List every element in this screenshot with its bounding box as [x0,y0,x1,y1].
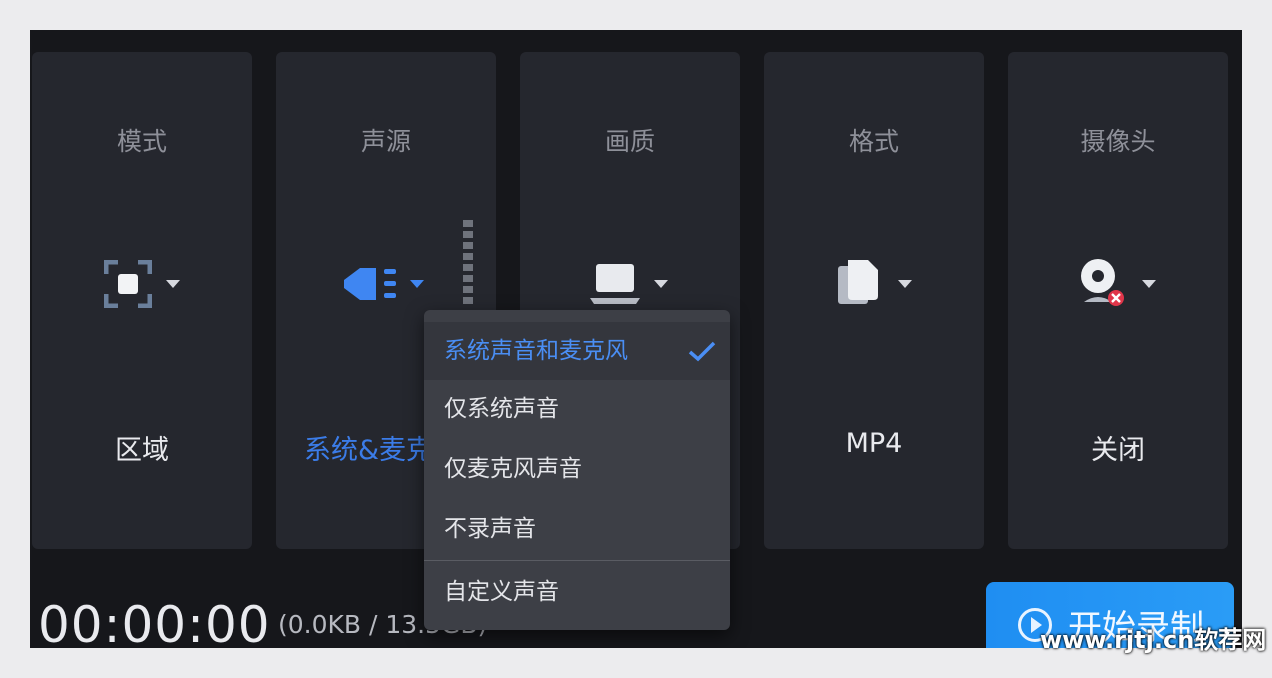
laptop-icon[interactable] [588,256,678,312]
chevron-down-icon[interactable] [166,280,180,288]
format-title: 格式 [848,127,899,156]
dropdown-option-no-audio[interactable]: 不录声音 [424,500,730,558]
file-icon[interactable] [836,256,926,312]
recorder-window: 模式 区域 声源 系统&麦克 画质 格式 MP4 摄像头 关闭 00:00:00… [30,30,1242,648]
webcam-off-icon[interactable] [1076,256,1166,312]
format-value: MP4 [845,428,903,459]
audio-source-dropdown: 系统声音和麦克风 仅系统声音 仅麦克风声音 不录声音 自定义声音 [424,310,730,630]
dropdown-option-mic-only[interactable]: 仅麦克风声音 [424,440,730,498]
camera-value: 关闭 [1091,435,1145,466]
format-panel[interactable]: 格式 MP4 [764,52,984,549]
speaker-icon[interactable] [342,256,432,312]
region-select-icon[interactable] [104,256,184,312]
chevron-down-icon[interactable] [1142,280,1156,288]
recording-timer: 00:00:00 [38,596,271,648]
chevron-down-icon[interactable] [898,280,912,288]
mode-panel[interactable]: 模式 区域 [32,52,252,549]
check-icon [688,341,716,362]
option-label: 系统声音和麦克风 [444,338,628,364]
dropdown-divider [424,560,730,561]
mode-title: 模式 [116,127,167,156]
chevron-down-icon[interactable] [654,280,668,288]
dropdown-option-system-and-mic[interactable]: 系统声音和麦克风 [424,322,730,380]
option-label: 不录声音 [444,516,536,542]
quality-title: 画质 [604,127,655,156]
mode-value: 区域 [115,435,169,466]
dropdown-option-custom-audio[interactable]: 自定义声音 [424,563,730,621]
option-label: 仅麦克风声音 [444,456,582,482]
option-label: 自定义声音 [444,579,559,605]
watermark: www.rjtj.cn软荐网 [1040,626,1267,654]
chevron-down-icon[interactable] [410,280,424,288]
audio-value: 系统&麦克 [304,435,434,466]
audio-title: 声源 [360,127,411,156]
dropdown-option-system-only[interactable]: 仅系统声音 [424,380,730,438]
camera-panel[interactable]: 摄像头 关闭 [1008,52,1228,549]
option-label: 仅系统声音 [444,396,559,422]
camera-title: 摄像头 [1080,127,1156,156]
volume-meter [463,220,473,308]
